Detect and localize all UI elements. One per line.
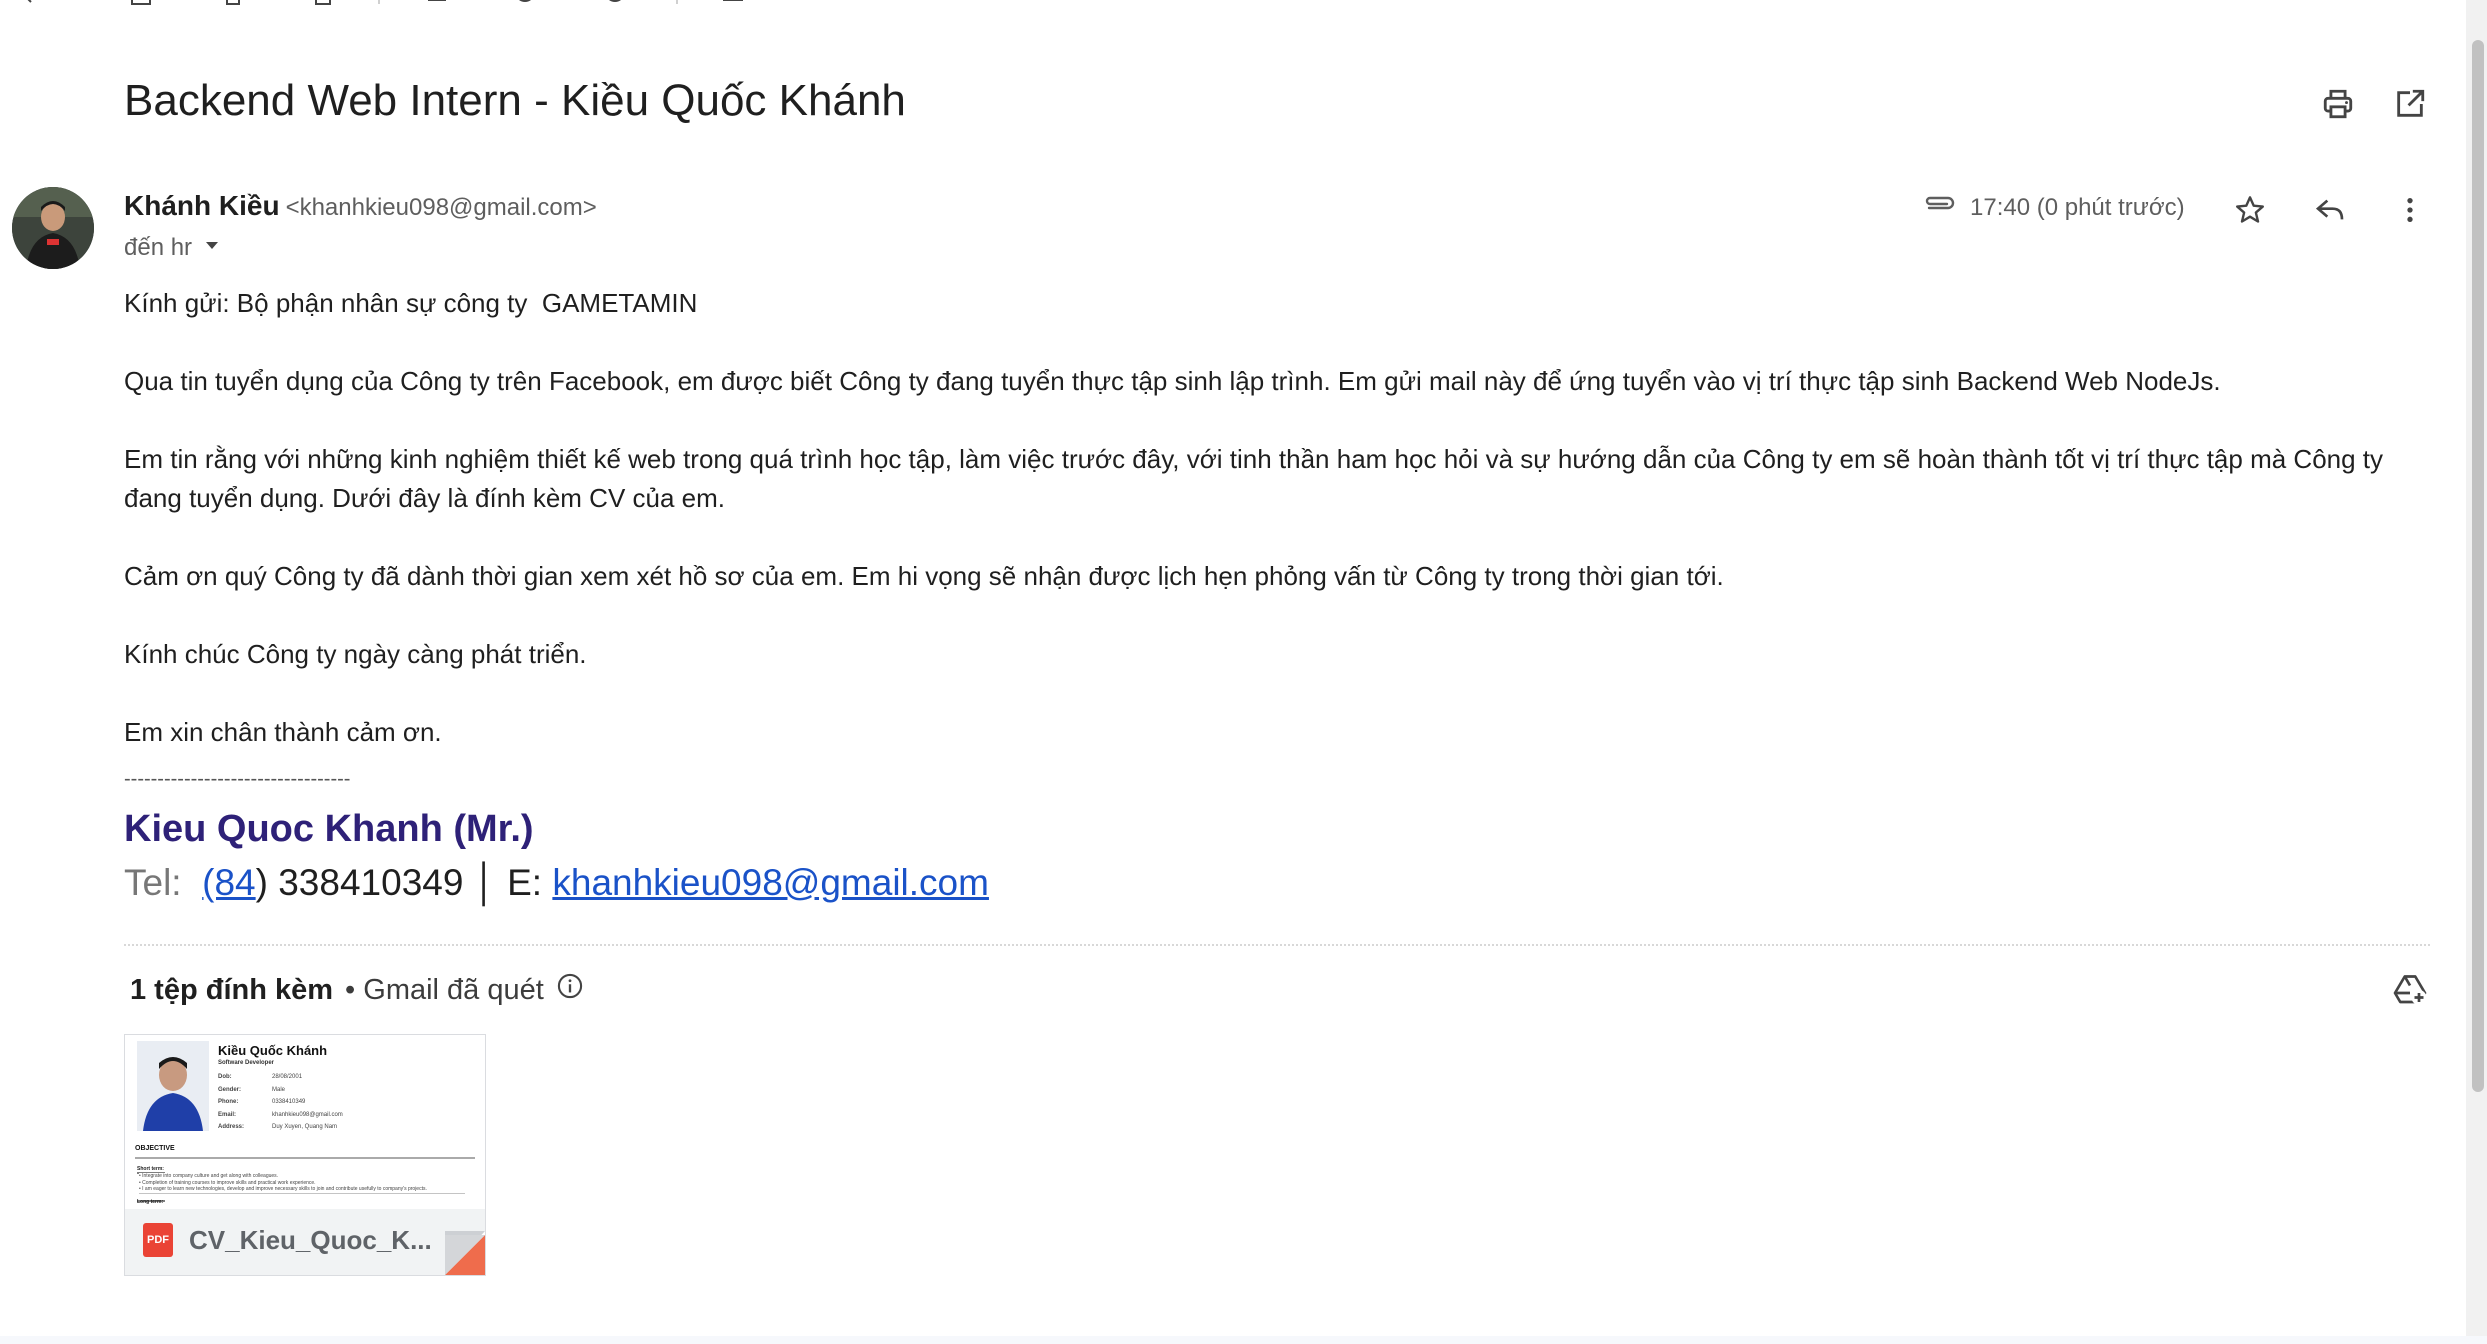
body-paragraph: Em tin rằng với những kinh nghiệm thiết … <box>124 444 2384 513</box>
back-arrow-icon[interactable] <box>20 0 46 6</box>
body-paragraph: Cảm ơn quý Công ty đã dành thời gian xem… <box>124 561 1724 591</box>
snooze-icon[interactable] <box>512 0 538 6</box>
toolbar-divider <box>676 0 678 4</box>
dropdown-arrow-icon[interactable] <box>202 234 222 262</box>
body-paragraph: Qua tin tuyển dụng của Công ty trên Face… <box>124 366 2221 396</box>
signature-name: Kieu Quoc Khanh (Mr.) <box>124 808 534 850</box>
recipient-label: đến hr <box>124 234 193 261</box>
body-closing: Em xin chân thành cảm ơn. <box>124 717 442 747</box>
page-curl-icon <box>445 1231 485 1275</box>
cv-short-term: Short term: <box>137 1166 164 1172</box>
attachments-count: 1 tệp đính kèm <box>130 973 334 1006</box>
info-icon[interactable] <box>556 972 584 1008</box>
cv-info-rows: Dob: 28/08/2001 Gender: Male Phone: 0338410… <box>218 1071 343 1134</box>
print-icon[interactable] <box>2316 82 2360 126</box>
cv-info-value: Male <box>272 1086 286 1093</box>
cv-info-key: Email: <box>218 1111 237 1118</box>
cv-info-value: 0338410349 <box>272 1099 306 1105</box>
toolbar-divider <box>378 0 380 4</box>
delete-icon[interactable] <box>310 0 336 6</box>
sender-name[interactable]: Khánh Kiều <box>124 190 280 221</box>
email-timestamp: 17:40 (0 phút trước) <box>1970 194 2185 221</box>
sender-line: Khánh Kiều <khanhkieu098@gmail.com> <box>124 190 597 222</box>
signature-contact: Tel: (84) 338410349 │ E: khanhkieu098@gm… <box>124 862 989 904</box>
label-icon[interactable] <box>806 0 832 6</box>
open-in-new-window-icon[interactable] <box>2388 82 2432 126</box>
contact-separator: │ <box>473 862 497 903</box>
attachments-header: 1 tệp đính kèm • Gmail đã quét <box>130 972 584 1008</box>
report-spam-icon[interactable] <box>220 0 246 6</box>
attachment-card[interactable]: Kiều Quốc Khánh Software Developer Dob: 2… <box>124 1034 486 1276</box>
signature-email-link[interactable]: khanhkieu098@gmail.com <box>552 862 989 903</box>
sender-avatar[interactable] <box>12 187 94 269</box>
archive-icon[interactable] <box>128 0 154 6</box>
cv-info-key: Phone: <box>218 1099 239 1105</box>
scan-status: • Gmail đã quét <box>345 973 544 1006</box>
scrollbar-thumb[interactable] <box>2472 40 2484 1092</box>
cv-info-key: Gender: <box>218 1086 242 1093</box>
cv-bullets: • Integrate into company culture and get… <box>139 1173 479 1193</box>
pdf-file-icon: PDF <box>143 1223 173 1257</box>
mark-unread-icon[interactable] <box>424 0 450 6</box>
cv-bullet: • I am eager to learn new technologies, … <box>139 1186 427 1192</box>
body-greeting: Kính gửi: Bộ phận nhân sự công ty GAMETA… <box>124 288 698 318</box>
nav-older-icon[interactable] <box>2018 0 2044 6</box>
attachment-preview: Kiều Quốc Khánh Software Developer Dob: 2… <box>125 1035 485 1209</box>
move-to-icon[interactable] <box>720 0 746 6</box>
attachment-clip-icon <box>1920 192 1958 221</box>
attachments-divider <box>124 944 2430 946</box>
reply-icon[interactable] <box>2308 188 2352 232</box>
cv-info-key: Dob: <box>218 1074 232 1080</box>
cv-info-value: 28/08/2001 <box>272 1074 303 1080</box>
attachment-filename[interactable]: CV_Kieu_Quoc_K... <box>189 1225 432 1256</box>
cv-info-key: Address: <box>218 1124 245 1130</box>
nav-newer-icon[interactable] <box>2078 0 2104 6</box>
add-to-drive-icon[interactable] <box>2388 968 2432 1012</box>
email-subject: Backend Web Intern - Kiều Quốc Khánh <box>124 76 906 125</box>
cv-name: Kiều Quốc Khánh <box>218 1043 328 1058</box>
cv-long-term: Long term: <box>137 1199 164 1205</box>
input-tools-icon[interactable] <box>2360 0 2386 6</box>
cv-section-title: OBJECTIVE <box>135 1145 175 1152</box>
cv-role: Software Developer <box>218 1060 275 1066</box>
add-task-icon[interactable] <box>602 0 628 6</box>
bottom-edge <box>0 1336 2487 1344</box>
recipient-line[interactable]: đến hr <box>124 234 222 262</box>
more-vert-icon[interactable] <box>2388 188 2432 232</box>
tel-country-code-link[interactable]: (84 <box>202 862 255 903</box>
star-icon[interactable] <box>2228 188 2272 232</box>
tel-label: Tel: <box>124 862 182 903</box>
body-paragraph: Kính chúc Công ty ngày càng phát triển. <box>124 639 587 669</box>
cv-info-value: Duy Xuyen, Quang Nam <box>272 1124 338 1130</box>
tel-number: ) 338410349 <box>255 862 464 903</box>
email-label: E: <box>507 862 543 903</box>
cv-info-value: khanhkieu098@gmail.com <box>272 1111 343 1118</box>
more-options-icon[interactable] <box>890 0 916 6</box>
signature-separator: ---------------------------------- <box>124 768 351 790</box>
sender-email: <khanhkieu098@gmail.com> <box>285 194 597 221</box>
